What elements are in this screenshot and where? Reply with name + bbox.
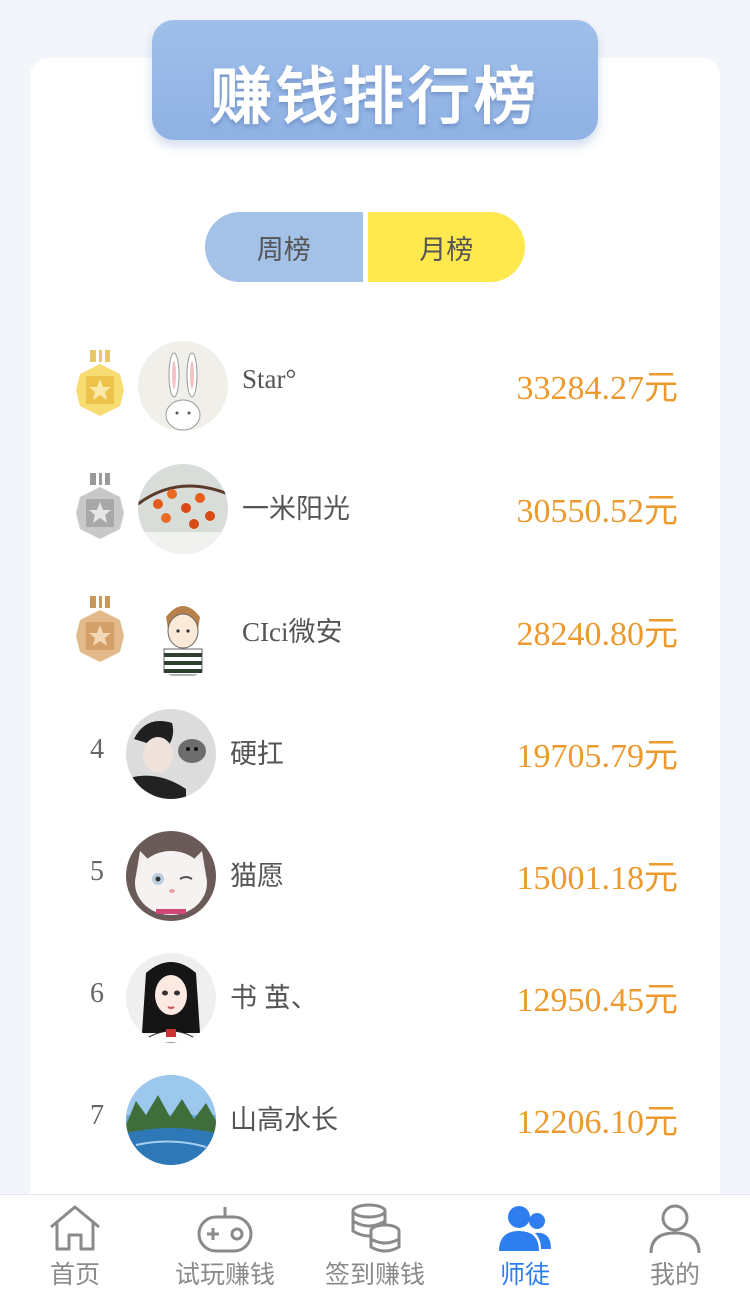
nav-label: 我的 [649,1260,700,1289]
bottom-nav: 首页 试玩赚钱 签到赚钱 师徒 我的 [0,1194,750,1295]
earnings-amount: 12950.45元 [516,982,679,1019]
avatar [126,1075,216,1165]
users-icon [499,1206,551,1251]
earnings-amount: 19705.79元 [516,738,679,775]
coins-icon [351,1203,401,1253]
earnings-amount: 30550.52元 [516,493,679,530]
ranking-row[interactable]: 5 猫愿 15001.18元 [60,826,700,926]
leaderboard-banner: 赚钱排行榜 [152,20,598,140]
user-icon [649,1204,701,1254]
gold-medal-icon [76,350,124,416]
ranking-row[interactable]: 6 书 茧、 12950.45元 [60,948,700,1048]
username: 一米阳光 [242,494,350,524]
rank-number: 6 [90,978,104,1009]
nav-label: 师徒 [499,1260,550,1289]
avatar [126,831,216,921]
earnings-amount: 15001.18元 [516,860,679,897]
ranking-row[interactable]: 7 山高水长 12206.10元 [60,1070,700,1170]
avatar [126,953,216,1043]
username: 硬扛 [230,739,284,769]
username: Star° [242,364,297,394]
earnings-amount: 12206.10元 [516,1104,679,1141]
silver-medal-icon [76,473,124,539]
nav-item-mentor[interactable]: 师徒 [450,1195,600,1295]
ranking-row[interactable]: 一米阳光 30550.52元 [60,459,700,559]
earnings-amount: 33284.27元 [516,370,679,407]
gamepad-icon [197,1207,253,1253]
home-icon [50,1205,100,1251]
username: CIci微安 [242,617,343,647]
rank-number: 7 [90,1100,104,1131]
bronze-medal-icon [76,596,124,662]
ranking-row[interactable]: 4 硬扛 19705.79元 [60,704,700,804]
nav-label: 首页 [49,1260,100,1289]
nav-label: 签到赚钱 [324,1260,425,1289]
nav-item-profile[interactable]: 我的 [600,1195,750,1295]
username: 猫愿 [230,861,284,891]
ranking-row[interactable]: Star° 33284.27元 [60,336,700,436]
username: 山高水长 [230,1105,338,1135]
nav-item-checkin-earn[interactable]: 签到赚钱 [300,1195,450,1295]
avatar [138,341,228,431]
earnings-amount: 28240.80元 [516,616,679,653]
avatar [138,464,228,554]
username: 书 茧、 [230,983,318,1013]
nav-item-trial-earn[interactable]: 试玩赚钱 [150,1195,300,1295]
rank-number: 5 [90,856,104,887]
rank-number: 4 [90,734,104,765]
avatar [138,587,228,677]
ranking-tabs: 周榜 月榜 [205,212,525,282]
ranking-row[interactable]: CIci微安 28240.80元 [60,582,700,682]
page-title: 赚钱排行榜 [209,60,540,133]
avatar [126,709,216,799]
nav-item-home[interactable]: 首页 [0,1195,150,1295]
tab-monthly[interactable]: 月榜 [367,212,525,282]
tab-weekly[interactable]: 周榜 [205,212,363,282]
nav-label: 试玩赚钱 [174,1260,275,1289]
